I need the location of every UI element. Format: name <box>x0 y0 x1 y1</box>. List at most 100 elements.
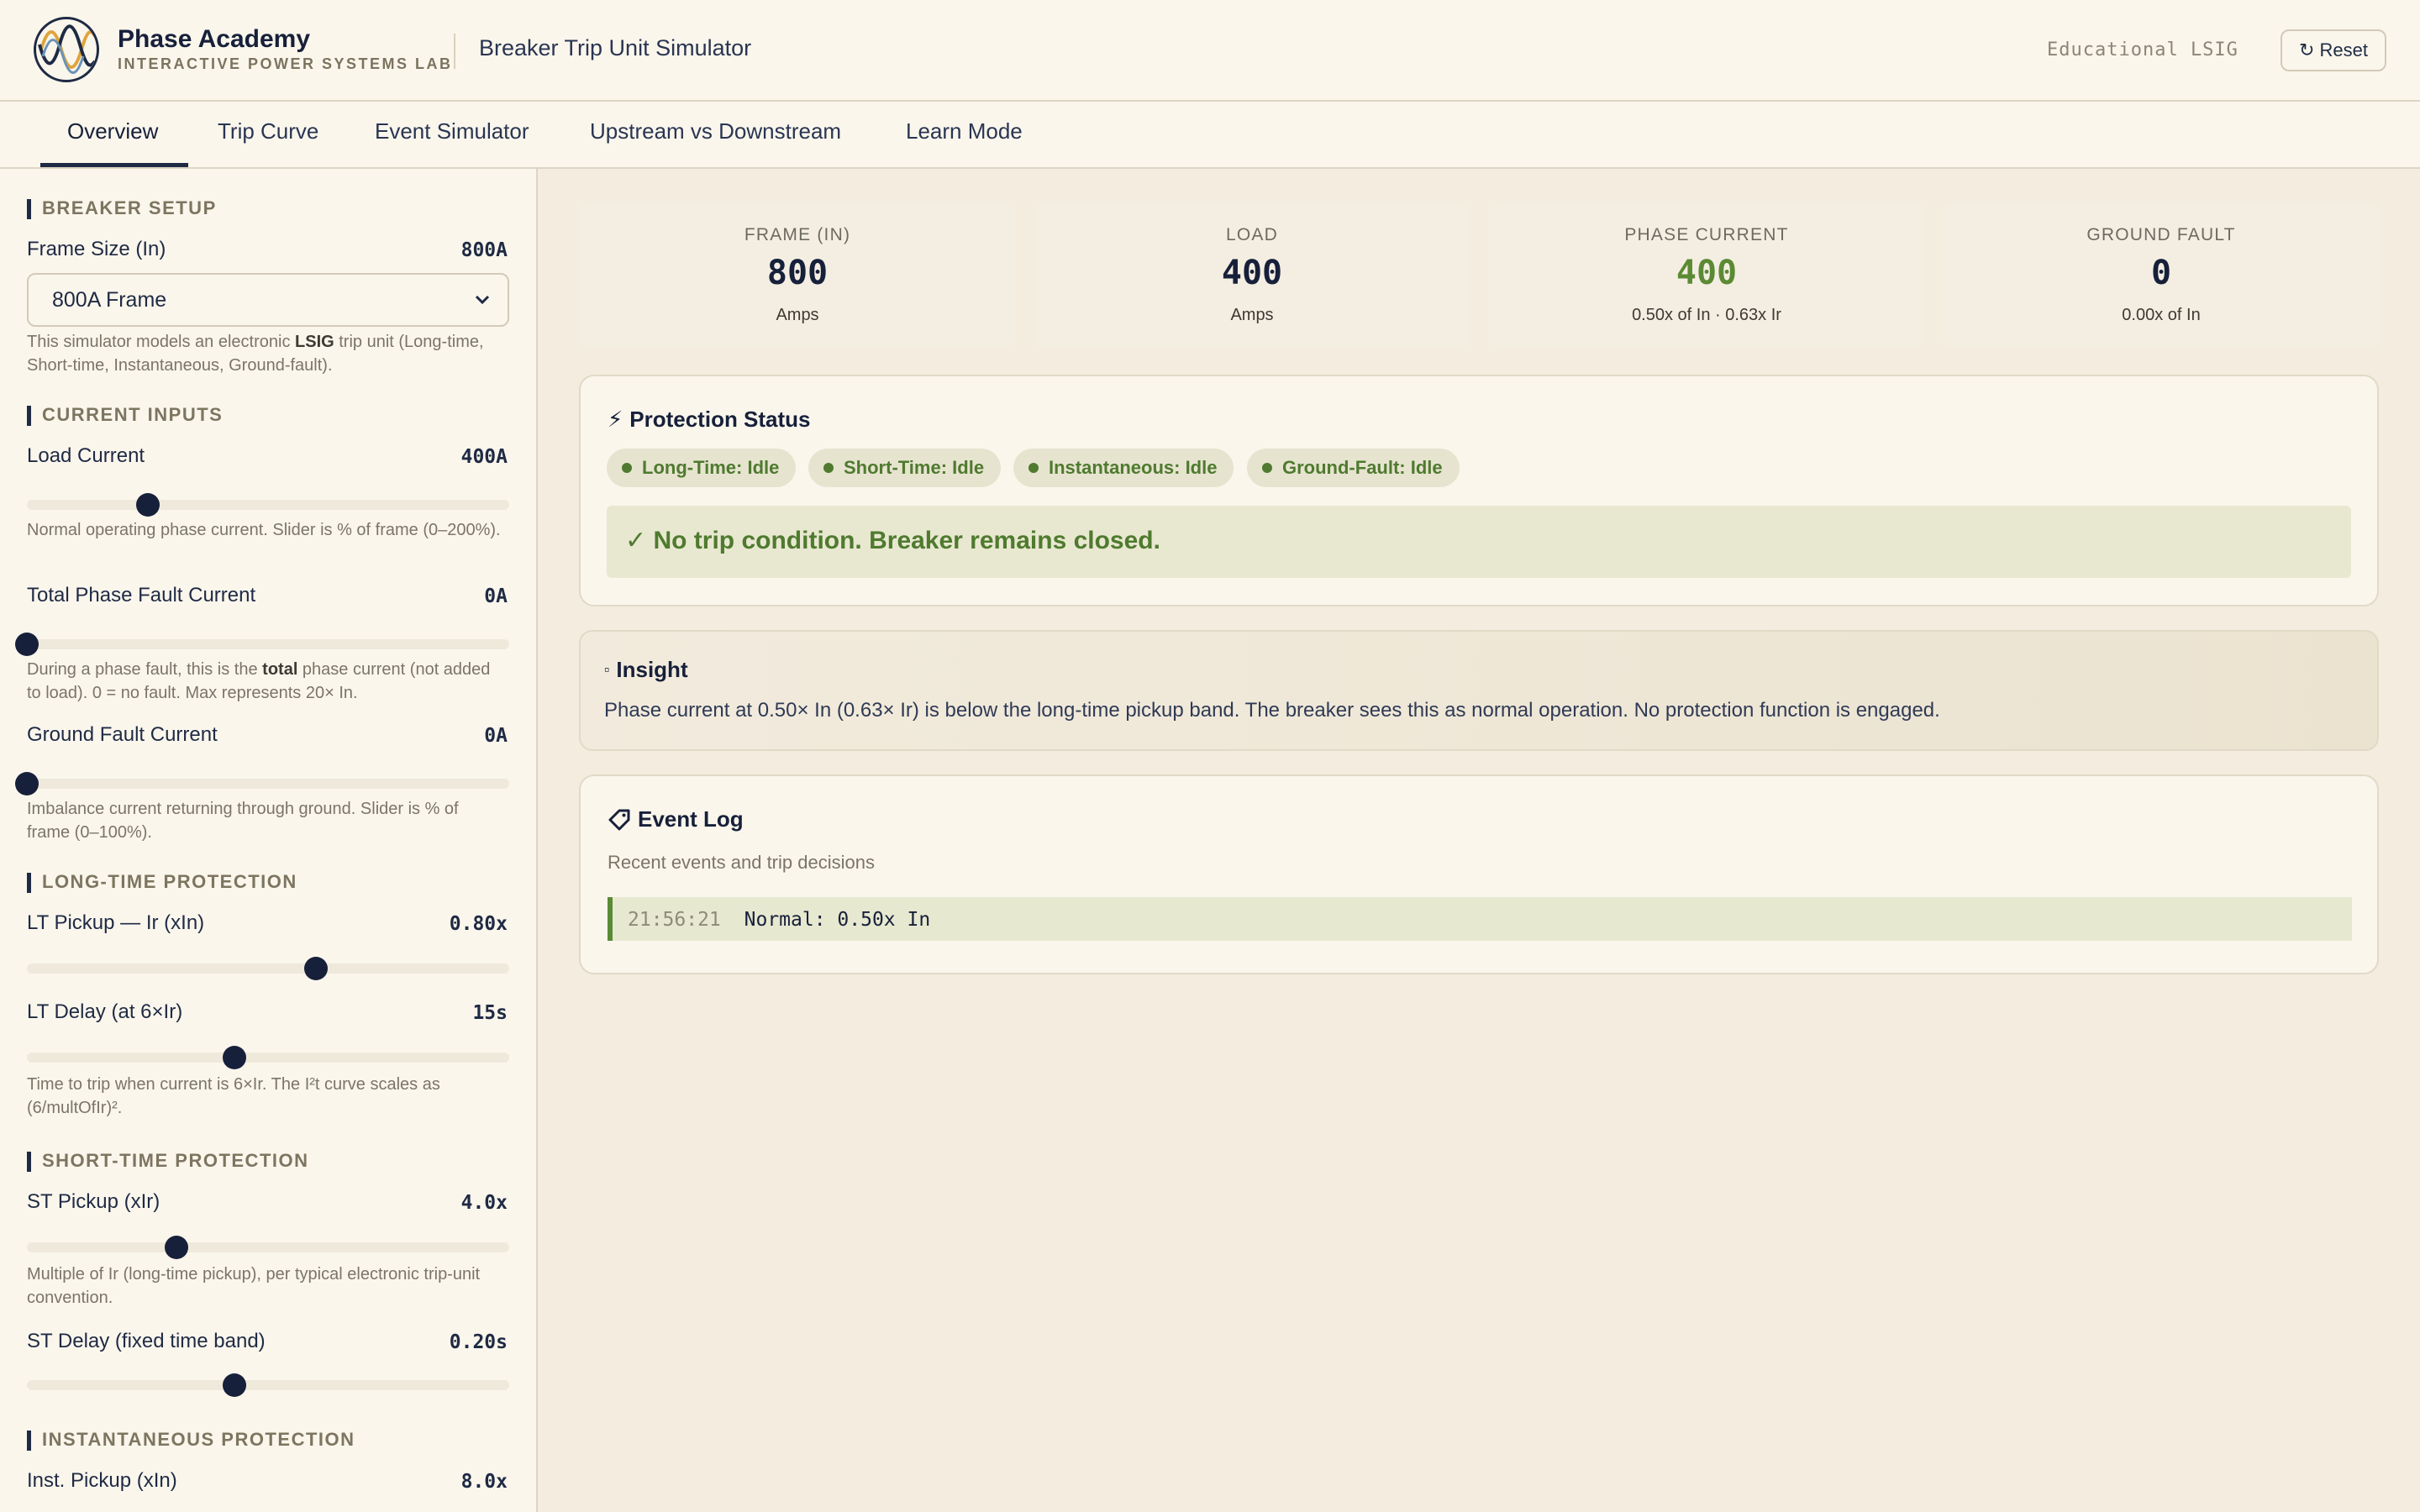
frame-size-select-value: 800A Frame <box>52 288 167 312</box>
section-current-inputs: CURRENT INPUTS <box>27 404 223 426</box>
stat-sub: Amps <box>776 306 819 324</box>
load-current-slider[interactable] <box>27 493 509 517</box>
lt-delay-slider-thumb[interactable] <box>222 1046 246 1069</box>
st-delay-label: ST Delay (fixed time band) <box>27 1330 266 1352</box>
tab-bar: Overview Trip Curve Event Simulator Upst… <box>0 102 2420 169</box>
ground-fault-value: 0A <box>484 725 508 747</box>
st-pickup-help: Multiple of Ir (long-time pickup), per t… <box>27 1265 481 1307</box>
insight-icon: ▫ <box>604 661 610 678</box>
phase-fault-slider[interactable] <box>15 633 509 656</box>
insight-card: ▫ Insight Phase current at 0.50× In (0.6… <box>579 630 2379 751</box>
status-dot-icon <box>1028 463 1039 473</box>
stat-label: FRAME (IN) <box>744 225 851 244</box>
status-dot-icon <box>622 463 632 473</box>
ground-fault-slider-thumb[interactable] <box>15 772 39 795</box>
header-divider <box>454 34 455 69</box>
tab-overview[interactable]: Overview <box>67 118 158 167</box>
lt-pickup-slider-thumb[interactable] <box>304 957 329 980</box>
load-current-help: Normal operating phase current. Slider i… <box>27 521 501 539</box>
lt-pickup-value: 0.80x <box>449 913 508 935</box>
event-log-entry: 21:56:21 Normal: 0.50x In <box>608 897 2352 941</box>
insight-text: Phase current at 0.50× In (0.63× Ir) is … <box>604 699 1940 722</box>
brand-name: Phase Academy <box>118 25 311 53</box>
status-pill-long-time: Long-Time: Idle <box>607 449 797 487</box>
st-pickup-slider-thumb[interactable] <box>164 1236 188 1259</box>
ground-fault-label: Ground Fault Current <box>27 723 218 746</box>
tab-trip-curve[interactable]: Trip Curve <box>218 118 318 167</box>
stat-load: LOAD 400 Amps <box>1034 203 1470 348</box>
lt-pickup-label: LT Pickup — Ir (xIn) <box>27 911 205 934</box>
inst-pickup-value: 8.0x <box>460 1471 508 1493</box>
load-current-label: Load Current <box>27 444 145 467</box>
status-pill-short-time: Short-Time: Idle <box>808 449 1002 487</box>
tag-icon <box>608 809 630 830</box>
load-current-value: 400A <box>460 446 508 468</box>
lt-pickup-slider[interactable] <box>27 957 509 980</box>
lt-delay-label: LT Delay (at 6×Ir) <box>27 1000 183 1023</box>
insight-title: ▫ Insight <box>604 657 688 682</box>
stat-label: GROUND FAULT <box>2086 225 2236 244</box>
phase-fault-help: During a phase fault, this is the total … <box>27 660 491 702</box>
stat-value: 400 <box>1676 254 1738 292</box>
lt-delay-help: Time to trip when current is 6×Ir. The I… <box>27 1075 440 1117</box>
app-header: Phase Academy INTERACTIVE POWER SYSTEMS … <box>0 0 2420 102</box>
stat-sub: 0.00x of In <box>2122 306 2201 324</box>
active-tab-indicator <box>40 163 188 167</box>
frame-size-value: 800A <box>460 239 508 261</box>
trip-status-banner: ✓ No trip condition. Breaker remains clo… <box>607 506 2351 578</box>
reset-icon: ↻ <box>2299 39 2315 60</box>
lt-delay-slider[interactable] <box>27 1046 509 1069</box>
stat-value: 0 <box>2150 254 2172 292</box>
event-message: Normal: 0.50x In <box>744 909 931 931</box>
breaker-setup-help: This simulator models an electronic LSIG… <box>27 333 484 375</box>
reset-button[interactable]: ↻ Reset <box>2281 29 2386 71</box>
tab-learn-mode[interactable]: Learn Mode <box>906 118 1023 167</box>
section-breaker-setup: BREAKER SETUP <box>27 197 217 219</box>
phase-fault-label: Total Phase Fault Current <box>27 584 256 606</box>
chevron-down-icon <box>475 295 490 305</box>
brand-tagline: INTERACTIVE POWER SYSTEMS LAB <box>118 55 453 72</box>
tab-upstream-vs-downstream[interactable]: Upstream vs Downstream <box>590 118 841 167</box>
ground-fault-help: Imbalance current returning through grou… <box>27 800 459 842</box>
stat-value: 400 <box>1221 254 1283 292</box>
stat-sub: Amps <box>1230 306 1274 324</box>
section-short-time: SHORT-TIME PROTECTION <box>27 1150 309 1172</box>
lt-delay-value: 15s <box>472 1002 508 1024</box>
tab-event-simulator[interactable]: Event Simulator <box>375 118 529 167</box>
phase-fault-value: 0A <box>484 585 508 607</box>
section-long-time: LONG-TIME PROTECTION <box>27 871 297 893</box>
edu-label: Educational LSIG <box>2047 39 2238 60</box>
st-pickup-slider[interactable] <box>27 1236 509 1259</box>
stat-sub: 0.50x of In · 0.63x Ir <box>1632 306 1781 324</box>
ground-fault-slider[interactable] <box>15 772 509 795</box>
stat-ground-fault: GROUND FAULT 0 0.00x of In <box>1943 203 2380 348</box>
status-pill-ground-fault: Ground-Fault: Idle <box>1247 449 1460 487</box>
frame-size-select[interactable]: 800A Frame <box>27 273 509 327</box>
status-dot-icon <box>823 463 834 473</box>
frame-size-label: Frame Size (In) <box>27 238 166 260</box>
reset-label: Reset <box>2319 39 2368 60</box>
st-delay-slider-thumb[interactable] <box>222 1373 246 1397</box>
stat-frame: FRAME (IN) 800 Amps <box>579 203 1016 348</box>
load-current-slider-thumb[interactable] <box>135 493 160 517</box>
phase-fault-slider-thumb[interactable] <box>15 633 39 656</box>
lightning-icon: ⚡ <box>608 407 623 432</box>
stat-label: LOAD <box>1226 225 1278 244</box>
st-pickup-value: 4.0x <box>460 1192 508 1214</box>
event-log-card: Event Log Recent events and trip decisio… <box>579 774 2379 974</box>
status-pill-instantaneous: Instantaneous: Idle <box>1013 449 1234 487</box>
event-log-title: Event Log <box>608 806 744 832</box>
stat-phase-current: PHASE CURRENT 400 0.50x of In · 0.63x Ir <box>1488 203 1925 348</box>
status-dot-icon <box>1262 463 1272 473</box>
section-instantaneous: INSTANTANEOUS PROTECTION <box>27 1429 355 1451</box>
protection-status-title: ⚡ Protection Status <box>608 407 811 432</box>
settings-sidebar[interactable]: BREAKER SETUP Frame Size (In) 800A 800A … <box>0 169 538 1512</box>
event-log-subtitle: Recent events and trip decisions <box>608 852 875 873</box>
stat-value: 800 <box>766 254 829 292</box>
app-title: Breaker Trip Unit Simulator <box>479 35 752 60</box>
st-delay-value: 0.20s <box>449 1331 508 1353</box>
event-time: 21:56:21 <box>628 909 721 931</box>
st-delay-slider[interactable] <box>27 1373 509 1397</box>
stat-label: PHASE CURRENT <box>1624 225 1789 244</box>
st-pickup-label: ST Pickup (xIr) <box>27 1190 160 1213</box>
